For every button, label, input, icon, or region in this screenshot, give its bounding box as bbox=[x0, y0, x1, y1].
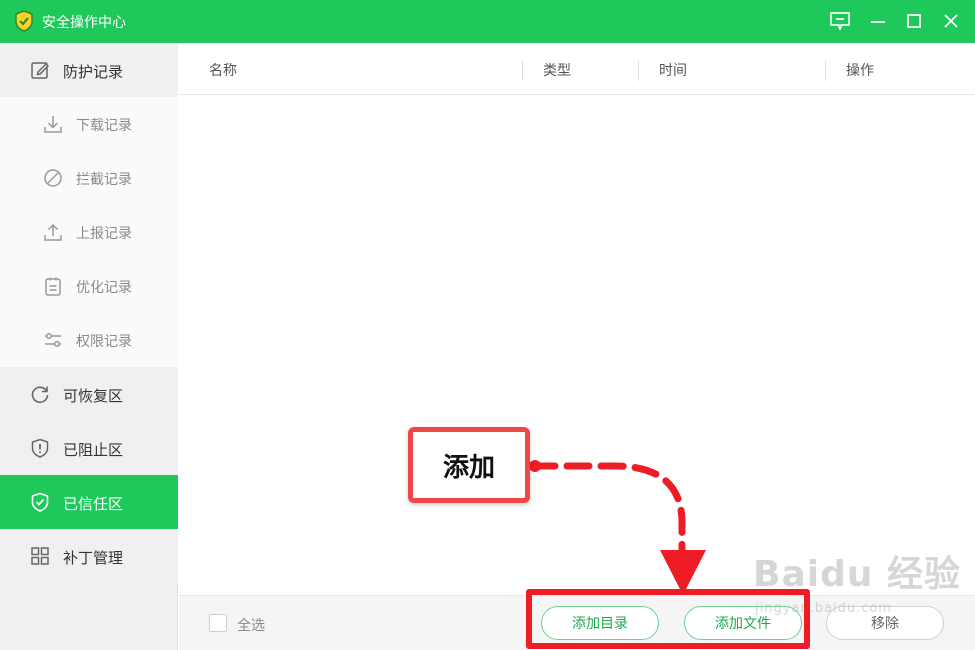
download-icon bbox=[44, 116, 62, 133]
column-divider[interactable] bbox=[522, 61, 523, 81]
block-icon bbox=[44, 169, 62, 187]
table-header: 名称 类型 时间 操作 bbox=[179, 43, 975, 95]
sidebar-item-trusted-zone[interactable]: 已信任区 bbox=[0, 475, 178, 529]
sidebar-item-label: 下载记录 bbox=[76, 118, 132, 134]
feedback-icon bbox=[830, 12, 850, 31]
sidebar-item-blocked-zone[interactable]: 已阻止区 bbox=[0, 421, 178, 475]
add-directory-button[interactable]: 添加目录 bbox=[541, 606, 659, 640]
sidebar-item-label: 可恢复区 bbox=[63, 387, 124, 405]
minimize-icon bbox=[871, 21, 885, 23]
sidebar-item-label: 上报记录 bbox=[76, 226, 132, 242]
title-bar: 安全操作中心 bbox=[0, 0, 975, 43]
sidebar-item-permission-records[interactable]: 权限记录 bbox=[0, 313, 178, 367]
sidebar-item-protection-records[interactable]: 防护记录 bbox=[0, 43, 178, 97]
sidebar-item-report-records[interactable]: 上报记录 bbox=[0, 205, 178, 259]
column-header-time[interactable]: 时间 bbox=[659, 60, 687, 80]
annotation-callout: 添加 bbox=[408, 427, 530, 503]
sidebar-item-patch-management[interactable]: 补丁管理 bbox=[0, 529, 178, 583]
sidebar-item-download-records[interactable]: 下载记录 bbox=[0, 97, 178, 151]
maximize-button[interactable] bbox=[901, 8, 927, 34]
remove-button[interactable]: 移除 bbox=[826, 606, 944, 640]
edit-icon bbox=[31, 62, 50, 79]
sidebar-item-label: 优化记录 bbox=[76, 280, 132, 296]
footer-toolbar: 全选 添加目录 添加文件 移除 bbox=[179, 595, 975, 650]
upload-icon bbox=[44, 223, 62, 241]
column-header-action: 操作 bbox=[846, 63, 874, 79]
table-body-empty bbox=[179, 96, 975, 596]
sidebar-item-block-records[interactable]: 拦截记录 bbox=[0, 151, 178, 205]
sidebar-item-label: 防护记录 bbox=[63, 63, 124, 81]
column-header-name[interactable]: 名称 bbox=[209, 60, 237, 80]
column-divider[interactable] bbox=[638, 61, 639, 81]
shield-alert-icon bbox=[31, 438, 49, 458]
minimize-button[interactable] bbox=[865, 8, 891, 34]
column-divider[interactable] bbox=[825, 61, 826, 81]
annotation-callout-text: 添加 bbox=[442, 452, 495, 483]
close-button[interactable] bbox=[938, 8, 964, 34]
close-icon bbox=[944, 14, 958, 28]
sidebar-item-recoverable-zone[interactable]: 可恢复区 bbox=[0, 367, 178, 421]
feedback-button[interactable] bbox=[827, 8, 853, 34]
main-panel: 名称 类型 时间 操作 全选 添加目录 添加文件 移除 bbox=[179, 43, 975, 650]
sidebar-item-label: 拦截记录 bbox=[76, 172, 132, 188]
select-all-checkbox[interactable] bbox=[209, 614, 227, 632]
sidebar: 防护记录 下载记录 拦截记录 上报记录 优化记录 权限记录 可恢复区 已阻止区 … bbox=[0, 43, 178, 650]
grid-icon bbox=[31, 547, 49, 565]
maximize-icon bbox=[907, 14, 921, 28]
sliders-icon bbox=[45, 332, 61, 348]
sidebar-item-label: 已阻止区 bbox=[63, 441, 124, 459]
sidebar-item-label: 补丁管理 bbox=[63, 549, 124, 567]
select-all-label[interactable]: 全选 bbox=[237, 615, 265, 635]
refresh-icon bbox=[31, 386, 49, 404]
document-icon bbox=[45, 277, 61, 296]
add-file-button[interactable]: 添加文件 bbox=[684, 606, 802, 640]
window-title: 安全操作中心 bbox=[42, 15, 126, 31]
shield-check-icon bbox=[31, 492, 49, 512]
sidebar-item-label: 权限记录 bbox=[76, 334, 132, 350]
column-header-type[interactable]: 类型 bbox=[543, 60, 571, 80]
sidebar-item-optimize-records[interactable]: 优化记录 bbox=[0, 259, 178, 313]
app-logo-icon bbox=[15, 10, 33, 32]
sidebar-item-label: 已信任区 bbox=[63, 495, 124, 513]
